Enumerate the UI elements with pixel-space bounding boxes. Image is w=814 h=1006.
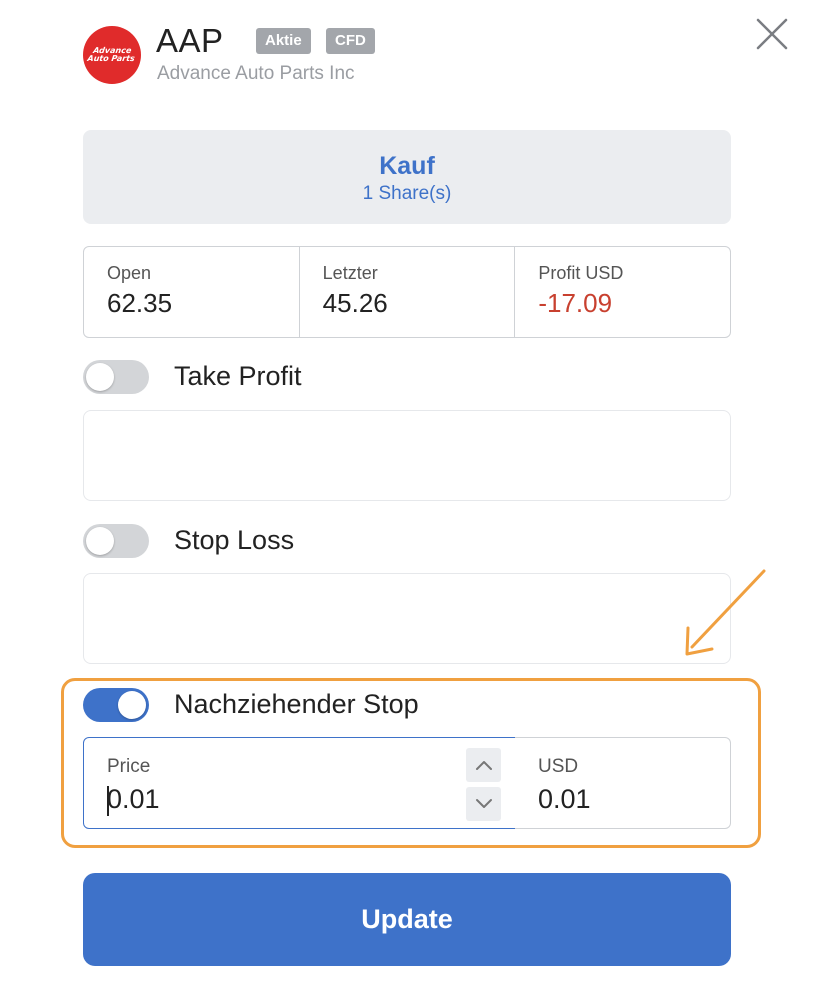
stat-value: 45.26 <box>322 288 388 318</box>
chevron-up-icon <box>475 761 492 770</box>
trade-direction-panel: Kauf 1 Share(s) <box>83 130 731 224</box>
trailing-stop-price-field[interactable]: Price 0.01 <box>83 737 516 829</box>
usd-field-label: USD <box>538 756 579 777</box>
company-name: Advance Auto Parts Inc <box>157 63 355 84</box>
asset-type-badge: Aktie <box>256 28 311 54</box>
stat-value: -17.09 <box>538 288 613 318</box>
take-profit-label: Take Profit <box>174 361 302 391</box>
quantity-label: 1 Share(s) <box>362 183 452 204</box>
toggle-knob <box>86 363 114 391</box>
stat-label: Open <box>107 263 152 283</box>
trailing-stop-toggle[interactable] <box>83 688 149 722</box>
instrument-badge: CFD <box>326 28 375 54</box>
stat-profit: Profit USD -17.09 <box>515 247 730 337</box>
company-logo: Advance Auto Parts <box>83 26 141 84</box>
stop-loss-panel <box>83 573 731 664</box>
trailing-stop-usd-field[interactable]: USD 0.01 <box>515 737 731 829</box>
stat-value: 62.35 <box>107 288 173 318</box>
toggle-knob <box>86 527 114 555</box>
toggle-knob <box>118 691 146 719</box>
take-profit-panel <box>83 410 731 501</box>
ticker-symbol: AAP <box>156 22 224 59</box>
stat-last: Letzter 45.26 <box>300 247 516 337</box>
price-input[interactable]: 0.01 <box>107 784 160 815</box>
usd-input[interactable]: 0.01 <box>538 784 591 815</box>
stat-label: Profit USD <box>538 263 624 283</box>
close-button[interactable] <box>754 16 790 52</box>
stop-loss-label: Stop Loss <box>174 525 295 555</box>
take-profit-toggle[interactable] <box>83 360 149 394</box>
stat-label: Letzter <box>322 263 378 283</box>
update-button[interactable]: Update <box>83 873 731 966</box>
stop-loss-toggle[interactable] <box>83 524 149 558</box>
direction-label: Kauf <box>379 152 435 180</box>
text-cursor <box>107 786 109 816</box>
chevron-down-icon <box>475 799 492 808</box>
price-field-label: Price <box>107 756 151 777</box>
trailing-stop-label: Nachziehender Stop <box>174 689 419 719</box>
close-icon <box>756 18 788 50</box>
stat-open: Open 62.35 <box>84 247 300 337</box>
annotation-arrow-icon <box>685 569 766 656</box>
logo-text-line2: Auto Parts <box>87 54 136 63</box>
price-increment-button[interactable] <box>466 748 501 782</box>
price-decrement-button[interactable] <box>466 787 501 821</box>
position-stats: Open 62.35 Letzter 45.26 Profit USD -17.… <box>83 246 731 338</box>
